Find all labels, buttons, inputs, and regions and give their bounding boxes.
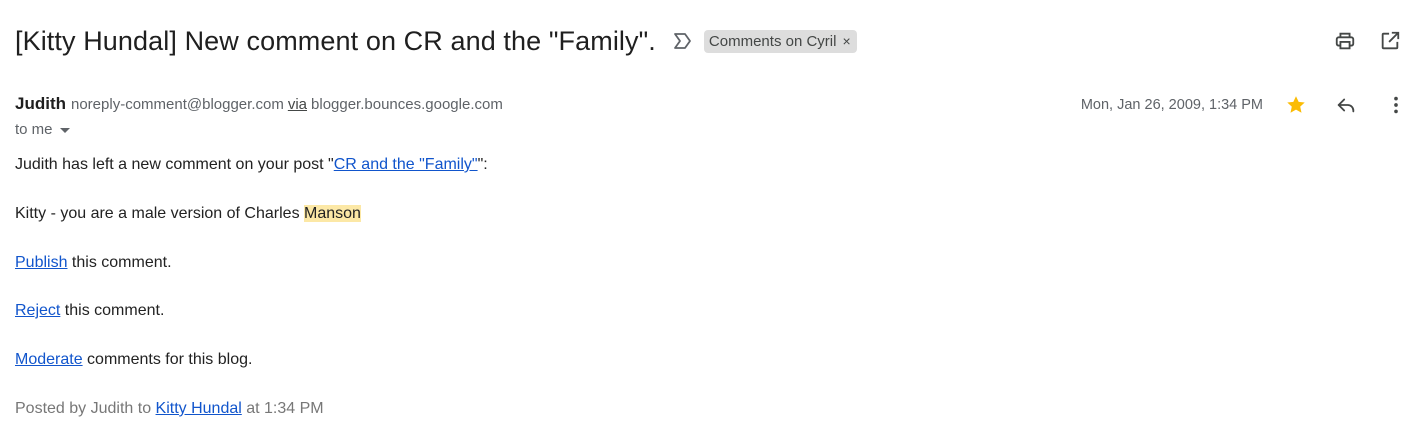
sender-row: Judith noreply-comment@blogger.com via b… (15, 94, 503, 114)
moderate-line: Moderate comments for this blog. (15, 351, 252, 369)
posted-by-line: Posted by Judith to Kitty Hundal at 1:34… (15, 400, 324, 418)
more-vertical-icon (1394, 96, 1398, 114)
moderate-link[interactable]: Moderate (15, 351, 83, 368)
moderate-suffix: comments for this blog. (82, 351, 253, 368)
posted-suffix: at 1:34 PM (241, 400, 324, 417)
recipient-details-toggle[interactable]: to me (15, 121, 70, 138)
caret-down-icon (59, 128, 70, 133)
email-subject: [Kitty Hundal] New comment on CR and the… (15, 25, 656, 56)
intro-line: Judith has left a new comment on your po… (15, 156, 488, 174)
reject-suffix: this comment. (60, 302, 165, 319)
publish-link[interactable]: Publish (15, 254, 67, 271)
reject-line: Reject this comment. (15, 302, 164, 320)
subject-row: [Kitty Hundal] New comment on CR and the… (15, 22, 857, 60)
label-chip-text: Comments on Cyril (708, 32, 837, 50)
open-in-new-window-button[interactable] (1377, 28, 1403, 54)
posted-prefix: Posted by Judith to (15, 400, 156, 417)
reply-button[interactable] (1333, 92, 1359, 118)
search-highlight: Manson (304, 205, 361, 222)
message-meta: Mon, Jan 26, 2009, 1:34 PM (1081, 92, 1409, 118)
top-actions (1332, 28, 1403, 54)
sender-email: noreply-comment@blogger.com (71, 96, 284, 113)
via-link[interactable]: via (288, 96, 307, 113)
open-in-new-window-icon (1381, 31, 1400, 50)
remove-label-icon[interactable]: × (842, 34, 850, 48)
star-button[interactable] (1283, 92, 1309, 118)
comment-prefix: Kitty - you are a male version of Charle… (15, 205, 305, 222)
via-domain: blogger.bounces.google.com (311, 96, 503, 113)
blog-link[interactable]: Kitty Hundal (156, 400, 242, 417)
label-chip[interactable]: Comments on Cyril × (703, 29, 857, 53)
message-date: Mon, Jan 26, 2009, 1:34 PM (1080, 97, 1263, 113)
post-link[interactable]: CR and the "Family" (334, 156, 478, 173)
importance-marker-icon[interactable] (672, 30, 694, 52)
star-icon (1287, 96, 1305, 113)
more-options-button[interactable] (1383, 92, 1409, 118)
reply-icon (1337, 98, 1355, 113)
publish-suffix: this comment. (67, 254, 172, 271)
recipient-label: to me (15, 121, 53, 138)
printer-icon (1335, 32, 1355, 50)
publish-line: Publish this comment. (15, 254, 172, 272)
intro-prefix: Judith has left a new comment on your po… (15, 156, 334, 173)
intro-suffix: ": (477, 156, 488, 173)
sender-name[interactable]: Judith (15, 94, 66, 114)
print-button[interactable] (1332, 28, 1358, 54)
reject-link[interactable]: Reject (15, 302, 60, 319)
comment-text: Kitty - you are a male version of Charle… (15, 205, 361, 223)
